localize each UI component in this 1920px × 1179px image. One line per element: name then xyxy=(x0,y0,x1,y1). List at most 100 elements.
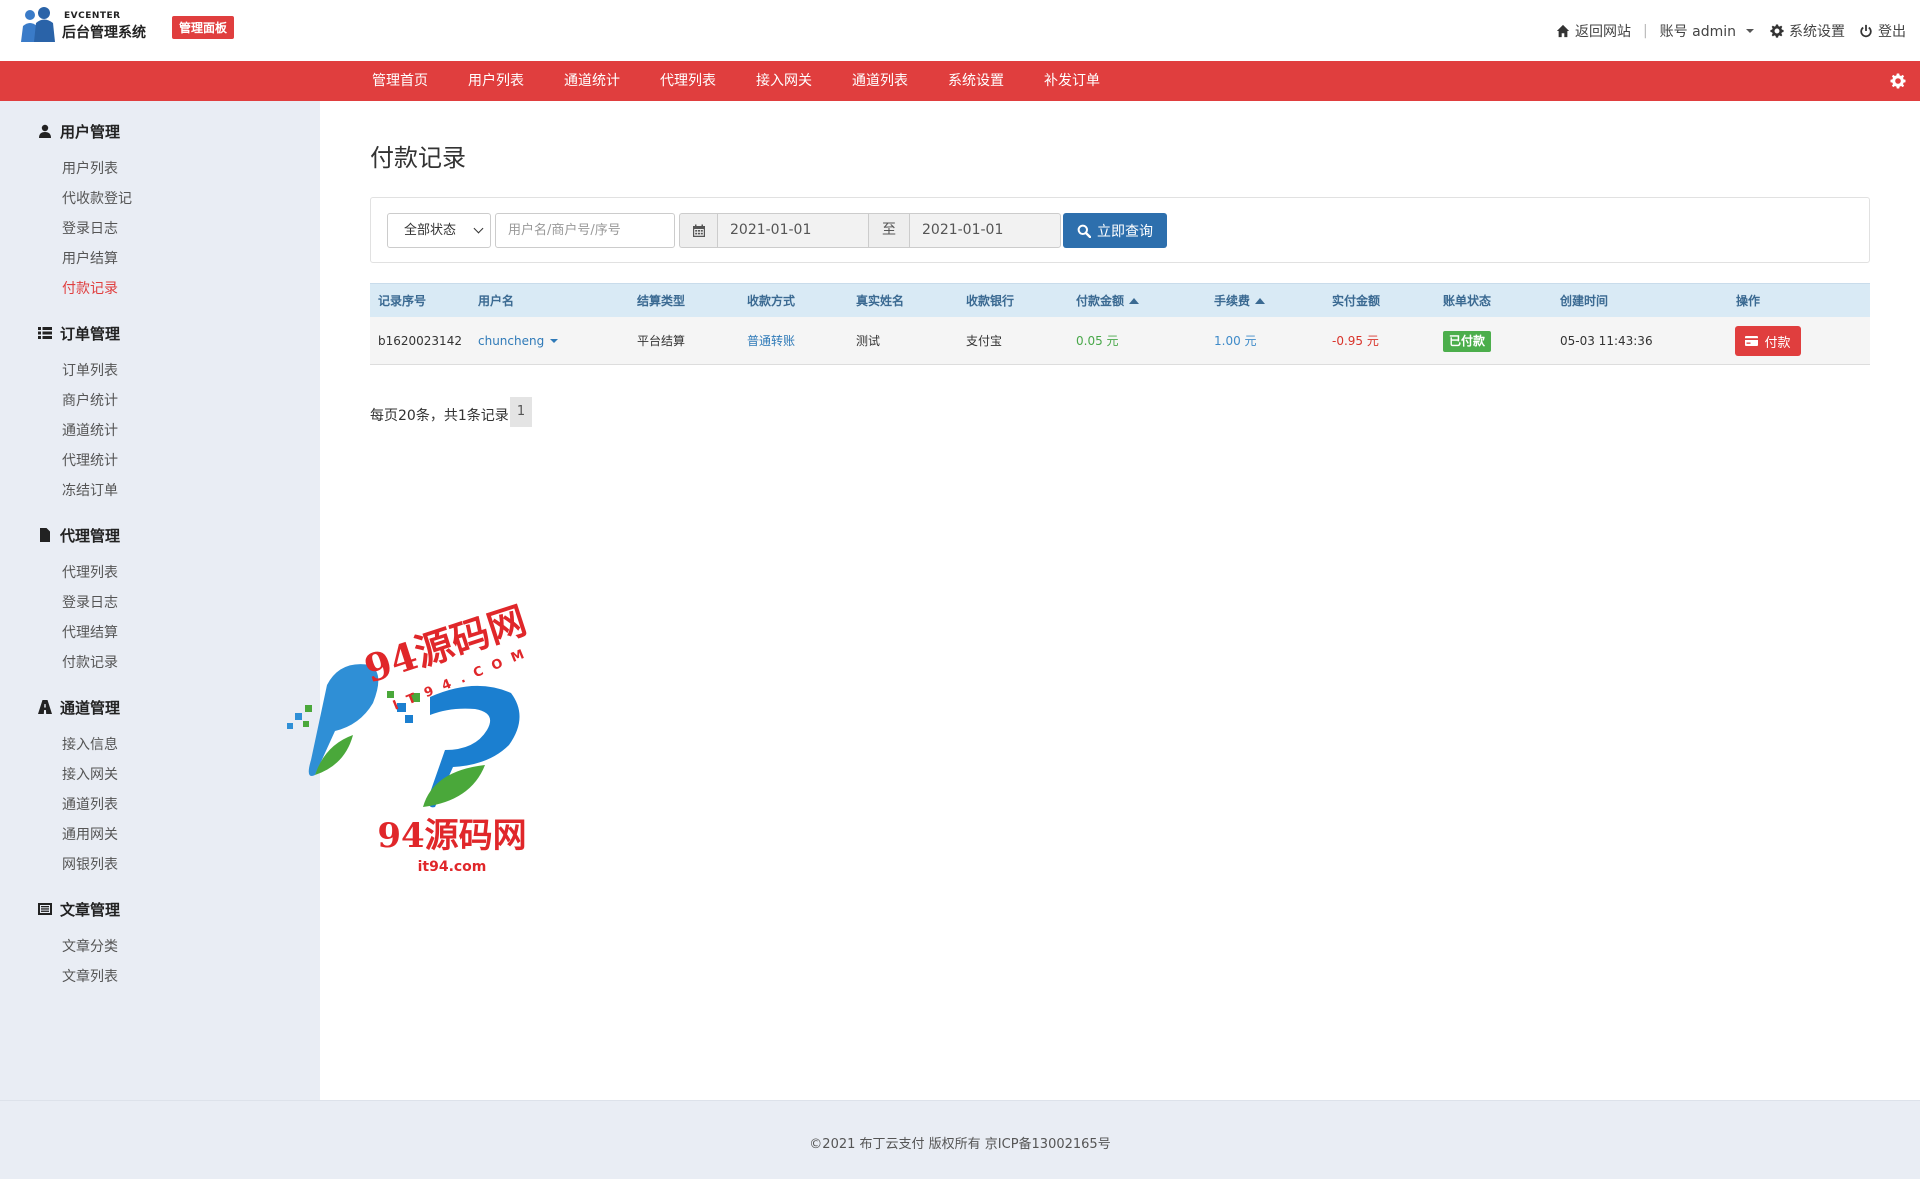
nav-item-channel-list[interactable]: 通道列表 xyxy=(832,61,928,101)
sidebar-group-label: 用户管理 xyxy=(60,122,121,141)
home-icon xyxy=(1556,24,1570,38)
cell-record-id: b1620023142 xyxy=(378,334,462,348)
cell-bank: 支付宝 xyxy=(966,334,1003,348)
search-panel: 全部状态 用户名/商户号/序号 2021-01-01 至 2021-01-01 … xyxy=(370,197,1870,263)
status-select-value: 全部状态 xyxy=(404,223,457,238)
cell-settle-type: 平台结算 xyxy=(637,334,686,348)
pager-page-1[interactable]: 1 xyxy=(510,397,532,427)
sidebar-item-merchant-stats[interactable]: 商户统计 xyxy=(62,390,118,410)
nav-item-gateway[interactable]: 接入网关 xyxy=(736,61,832,101)
sidebar-group-label: 代理管理 xyxy=(60,526,121,545)
sidebar-item-agent-stats[interactable]: 代理统计 xyxy=(62,450,118,470)
col-settle-type: 结算类型 xyxy=(637,294,686,308)
main-navbar: 管理首页 用户列表 通道统计 代理列表 接入网关 通道列表 系统设置 补发订单 xyxy=(0,61,1920,101)
article-icon xyxy=(38,903,52,915)
sidebar-item-agent-settlement[interactable]: 代理结算 xyxy=(62,622,118,642)
top-right-menu: 返回网站 | 账号 admin 系统设置 登出 xyxy=(1556,20,1906,42)
sidebar-item-collection-register[interactable]: 代收款登记 xyxy=(62,188,132,208)
sidebar-group-order-mgmt[interactable]: 订单管理 xyxy=(38,322,120,344)
logo-title: 后台管理系统 xyxy=(62,25,146,41)
settings-link[interactable]: 系统设置 xyxy=(1770,21,1845,41)
date-to-input[interactable]: 2021-01-01 xyxy=(909,213,1061,248)
cell-amount: 0.05 元 xyxy=(1076,334,1119,348)
col-record-id: 记录序号 xyxy=(378,294,427,308)
keyword-input[interactable]: 用户名/商户号/序号 xyxy=(495,213,675,248)
account-dropdown[interactable]: 账号 admin xyxy=(1660,21,1754,41)
cell-pay-method-link[interactable]: 普通转账 xyxy=(747,317,795,365)
chevron-down-icon xyxy=(473,223,484,234)
query-button[interactable]: 立即查询 xyxy=(1063,213,1167,248)
col-fee[interactable]: 手续费 xyxy=(1214,284,1266,318)
sidebar-item-login-log[interactable]: 登录日志 xyxy=(62,218,118,238)
date-range-separator: 至 xyxy=(869,213,909,248)
sidebar-item-channel-list[interactable]: 通道列表 xyxy=(62,794,118,814)
watermark-text-bottom: 94源码网 xyxy=(377,816,526,856)
logout-link[interactable]: 登出 xyxy=(1859,21,1906,41)
panel-badge: 管理面板 xyxy=(172,16,235,39)
nav-item-reissue-order[interactable]: 补发订单 xyxy=(1024,61,1120,101)
nav-item-home[interactable]: 管理首页 xyxy=(352,61,448,101)
page-title: 付款记录 xyxy=(370,144,466,172)
sidebar-item-payment-records[interactable]: 付款记录 xyxy=(62,278,118,298)
sidebar-item-common-gateway[interactable]: 通用网关 xyxy=(62,824,118,844)
sidebar-item-order-list[interactable]: 订单列表 xyxy=(62,360,118,380)
username-dropdown[interactable]: chuncheng xyxy=(478,317,559,365)
col-amount-label: 付款金额 xyxy=(1076,294,1125,308)
calendar-button[interactable] xyxy=(679,213,717,248)
col-action: 操作 xyxy=(1736,294,1761,308)
back-site-link[interactable]: 返回网站 xyxy=(1556,21,1631,41)
status-select[interactable]: 全部状态 xyxy=(387,213,491,248)
col-pay-method: 收款方式 xyxy=(747,294,796,308)
pay-button[interactable]: 付款 xyxy=(1735,326,1801,356)
col-real-name: 真实姓名 xyxy=(856,294,905,308)
sidebar-item-user-list[interactable]: 用户列表 xyxy=(62,158,118,178)
logo-subtitle: EVCENTER xyxy=(64,11,121,21)
sidebar-item-article-category[interactable]: 文章分类 xyxy=(62,936,118,956)
sidebar-item-user-settlement[interactable]: 用户结算 xyxy=(62,248,118,268)
search-icon xyxy=(1077,224,1091,238)
sidebar-item-channel-stats[interactable]: 通道统计 xyxy=(62,420,118,440)
sidebar-group-agent-mgmt[interactable]: 代理管理 xyxy=(38,524,120,546)
footer-copyright: ©2021 布丁云支付 版权所有 京ICP备13002165号 xyxy=(809,1137,1111,1152)
nav-item-user-list[interactable]: 用户列表 xyxy=(448,61,544,101)
credit-card-icon xyxy=(1745,336,1759,346)
pay-button-label: 付款 xyxy=(1764,335,1791,351)
sidebar-item-bank-list[interactable]: 网银列表 xyxy=(62,854,118,874)
col-amount[interactable]: 付款金额 xyxy=(1076,284,1140,318)
watermark-url: it94.com xyxy=(418,859,487,875)
table-row: b1620023142 chuncheng 平台结算 普通转账 测试 支付宝 0… xyxy=(370,317,1870,365)
sidebar-item-agent-payment-records[interactable]: 付款记录 xyxy=(62,652,118,672)
logo-icon xyxy=(21,7,55,42)
nav-item-channel-stats[interactable]: 通道统计 xyxy=(544,61,640,101)
col-actual: 实付金额 xyxy=(1332,294,1381,308)
sidebar-group-label: 通道管理 xyxy=(60,698,121,717)
sidebar-item-agent-list[interactable]: 代理列表 xyxy=(62,562,118,582)
sidebar-item-access-info[interactable]: 接入信息 xyxy=(62,734,118,754)
sidebar-group-label: 订单管理 xyxy=(60,324,121,343)
col-username: 用户名 xyxy=(478,294,515,308)
gear-icon xyxy=(1770,24,1784,38)
query-button-label: 立即查询 xyxy=(1097,223,1153,240)
sidebar-item-article-list[interactable]: 文章列表 xyxy=(62,966,118,986)
file-icon xyxy=(40,528,50,542)
power-icon xyxy=(1860,24,1872,38)
date-from-input[interactable]: 2021-01-01 xyxy=(717,213,869,248)
col-fee-label: 手续费 xyxy=(1214,294,1251,308)
cell-created: 05-03 11:43:36 xyxy=(1560,334,1653,348)
col-created: 创建时间 xyxy=(1560,294,1609,308)
sidebar-group-user-mgmt[interactable]: 用户管理 xyxy=(38,120,120,142)
sidebar-item-frozen-orders[interactable]: 冻结订单 xyxy=(62,480,118,500)
gear-icon[interactable] xyxy=(1890,73,1906,89)
sort-asc-icon xyxy=(1129,298,1140,304)
sidebar-group-channel-mgmt[interactable]: 通道管理 xyxy=(38,696,120,718)
sidebar-group-article-mgmt[interactable]: 文章管理 xyxy=(38,898,120,920)
list-icon xyxy=(38,327,52,339)
sidebar-item-agent-login-log[interactable]: 登录日志 xyxy=(62,592,118,612)
table-header: 记录序号 用户名 结算类型 收款方式 真实姓名 收款银行 付款金额 手续费 实付… xyxy=(370,283,1870,317)
chevron-down-icon xyxy=(550,339,559,343)
road-icon xyxy=(38,700,52,714)
sidebar-item-access-gateway[interactable]: 接入网关 xyxy=(62,764,118,784)
nav-item-settings[interactable]: 系统设置 xyxy=(928,61,1024,101)
sort-asc-icon xyxy=(1255,298,1266,304)
nav-item-agent-list[interactable]: 代理列表 xyxy=(640,61,736,101)
